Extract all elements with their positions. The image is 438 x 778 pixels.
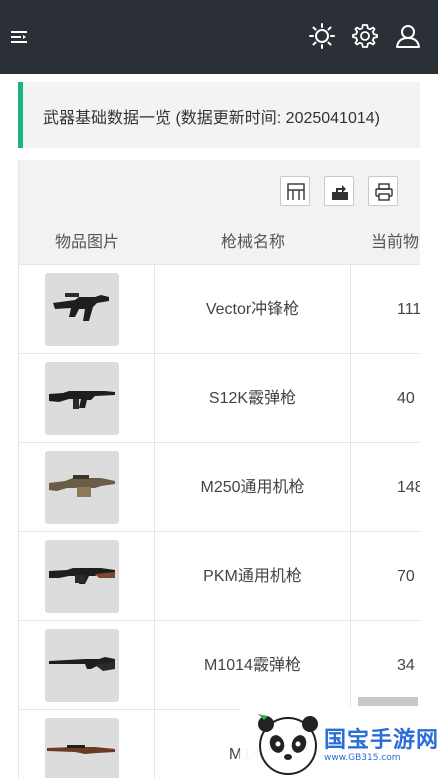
brightness-icon[interactable]: [308, 22, 336, 50]
column-header-image[interactable]: 物品图片: [19, 222, 155, 264]
weapon-name: M250通用机枪: [155, 443, 351, 532]
columns-button[interactable]: [280, 176, 310, 206]
export-icon: [332, 185, 348, 200]
watermark-title: 国宝手游网: [324, 727, 438, 752]
table-row: PKM通用机枪 70: [19, 531, 420, 621]
shotgun-icon: [45, 629, 119, 702]
weapon-name: M1014霰弹枪: [155, 621, 351, 710]
columns-icon: [287, 183, 305, 200]
notice-text: 武器基础数据一览 (数据更新时间: 2025041014): [43, 110, 380, 127]
export-button[interactable]: [324, 176, 354, 206]
menu-icon[interactable]: [10, 28, 28, 46]
machine-gun-icon: [45, 451, 119, 524]
weapon-name: PKM通用机枪: [155, 532, 351, 621]
top-navigation-bar: [0, 0, 438, 74]
panda-logo-icon: [254, 710, 322, 778]
rifle-icon: [45, 362, 119, 435]
table-row: M1014霰弹枪 34: [19, 620, 420, 710]
print-button[interactable]: [368, 176, 398, 206]
column-header-name[interactable]: 枪械名称: [155, 222, 351, 264]
weapon-table: 物品图片 枪械名称 当前物 Vector冲锋枪 111 S12K霰弹枪 40 M…: [19, 222, 420, 778]
machine-gun-icon: [45, 540, 119, 613]
update-notice: 武器基础数据一览 (数据更新时间: 2025041014): [18, 82, 420, 148]
weapon-table-panel: 物品图片 枪械名称 当前物 Vector冲锋枪 111 S12K霰弹枪 40 M…: [18, 160, 420, 778]
current-value: 111: [397, 301, 420, 318]
user-icon[interactable]: [394, 22, 422, 50]
table-header: 物品图片 枪械名称 当前物: [19, 222, 420, 264]
site-watermark: 国宝手游网 www.GB315.com: [240, 706, 438, 778]
settings-icon[interactable]: [351, 22, 379, 50]
table-row: M250通用机枪 148: [19, 442, 420, 532]
weapon-name: Vector冲锋枪: [155, 265, 351, 354]
table-row: Vector冲锋枪 111: [19, 264, 420, 354]
current-value: 40: [397, 390, 415, 407]
current-value: 70: [397, 568, 415, 585]
watermark-url: www.GB315.com: [324, 753, 401, 763]
weapon-name: S12K霰弹枪: [155, 354, 351, 443]
current-value: 148: [397, 479, 420, 496]
column-header-current[interactable]: 当前物: [351, 222, 420, 264]
smg-icon: [45, 273, 119, 346]
rifle-icon: [45, 718, 119, 778]
table-row: S12K霰弹枪 40: [19, 353, 420, 443]
print-icon: [375, 183, 393, 201]
